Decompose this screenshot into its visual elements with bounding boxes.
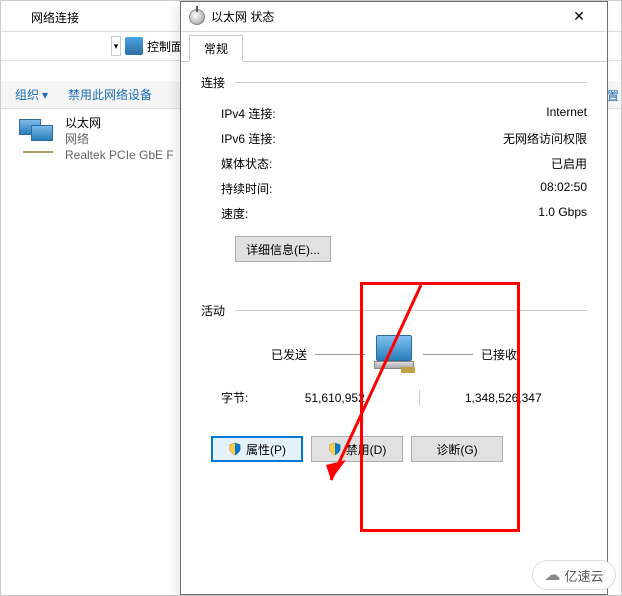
brand-text: 亿速云 (564, 566, 603, 585)
cloud-icon: ☁ (544, 565, 560, 585)
shield-icon (328, 442, 342, 456)
adapter-name: 以太网 (65, 115, 174, 131)
dialog-title: 以太网 状态 (211, 8, 559, 25)
row-media-state: 媒体状态: 已启用 (201, 151, 587, 176)
computer-icon (373, 333, 415, 375)
sent-label: 已发送 (247, 346, 307, 363)
row-duration: 持续时间: 08:02:50 (201, 176, 587, 201)
adapter-item[interactable]: 以太网 网络 Realtek PCIe GbE F (15, 115, 174, 163)
details-button[interactable]: 详细信息(E)... (235, 236, 331, 262)
activity-section: 活动 已发送 已接收 字节: 51,610,952 1,348,526,347 (201, 302, 587, 462)
ethernet-status-icon (189, 9, 205, 25)
row-ipv6: IPv6 连接: 无网络访问权限 (201, 126, 587, 151)
adapter-labels: 以太网 网络 Realtek PCIe GbE F (65, 115, 174, 163)
bytes-row: 字节: 51,610,952 1,348,526,347 (201, 389, 587, 406)
control-panel-icon (125, 37, 143, 55)
adapter-device: Realtek PCIe GbE F (65, 147, 174, 163)
activity-section-header: 活动 (201, 302, 587, 319)
breadcrumb-text[interactable]: 控制面 (147, 38, 183, 55)
divider (235, 310, 587, 311)
ethernet-adapter-icon (15, 115, 57, 157)
toolbar-disable-device[interactable]: 禁用此网络设备 (68, 86, 152, 103)
dropdown-arrow-icon: ▾ (42, 88, 48, 102)
properties-button[interactable]: 属性(P) (211, 436, 303, 462)
dialog-body: 连接 IPv4 连接: Internet IPv6 连接: 无网络访问权限 媒体… (181, 62, 607, 474)
line-icon (315, 354, 365, 355)
diagnose-button[interactable]: 诊断(G) (411, 436, 503, 462)
adapter-network: 网络 (65, 131, 174, 147)
toolbar-organize[interactable]: 组织 ▾ (15, 86, 48, 103)
line-icon (423, 354, 473, 355)
separator (419, 390, 420, 406)
activity-visual: 已发送 已接收 (201, 333, 587, 375)
breadcrumb-chevron[interactable]: ▾ (111, 36, 121, 56)
bytes-label: 字节: (221, 389, 271, 406)
connection-section-header: 连接 (201, 74, 587, 91)
received-label: 已接收 (481, 346, 541, 363)
disable-button[interactable]: 禁用(D) (311, 436, 403, 462)
row-ipv4: IPv4 连接: Internet (201, 101, 587, 126)
bytes-received-value: 1,348,526,347 (440, 391, 568, 405)
row-speed: 速度: 1.0 Gbps (201, 201, 587, 226)
shield-icon (228, 442, 242, 456)
dialog-titlebar: 以太网 状态 ✕ (181, 2, 607, 32)
close-button[interactable]: ✕ (559, 3, 599, 31)
ethernet-status-dialog: 以太网 状态 ✕ 常规 连接 IPv4 连接: Internet IPv6 连接… (180, 1, 608, 595)
bytes-sent-value: 51,610,952 (271, 391, 399, 405)
tab-strip: 常规 (181, 32, 607, 62)
tab-general[interactable]: 常规 (189, 35, 243, 62)
bg-window-title: 网络连接 (31, 9, 79, 26)
action-buttons: 属性(P) 禁用(D) 诊断(G) (201, 436, 587, 462)
brand-watermark: ☁ 亿速云 (532, 560, 616, 590)
divider (235, 82, 587, 83)
